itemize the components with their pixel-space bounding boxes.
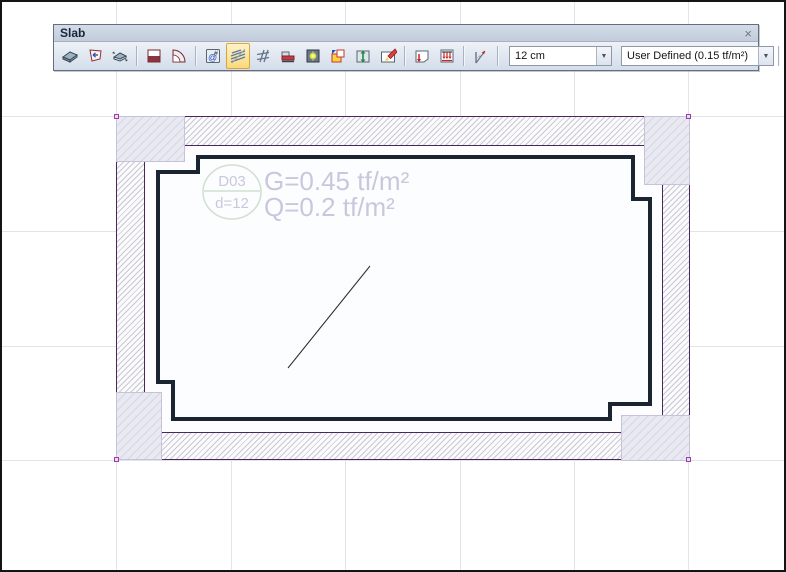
point-load-icon	[415, 50, 429, 63]
match-slab-icon	[112, 51, 128, 62]
slab-id-label: D03	[218, 173, 246, 190]
toolbar-separator	[195, 46, 197, 66]
toolbar-separator	[497, 46, 499, 66]
drop-panel-button[interactable]	[142, 43, 166, 69]
slab-numbering-icon: @ #	[206, 49, 220, 63]
mesh-display-icon	[256, 49, 270, 63]
toolbar-separator	[136, 46, 138, 66]
thickness-combobox[interactable]: 12 cm ▼	[509, 46, 612, 66]
create-slab-icon	[61, 51, 79, 63]
snap-point-top-left	[114, 114, 119, 119]
drawing-overlay	[156, 155, 652, 421]
mesh-display-button[interactable]	[251, 43, 275, 69]
correct-slab-button[interactable]	[376, 43, 400, 69]
hatch-display-button[interactable]	[226, 43, 250, 69]
create-slab-by-polygon-icon	[89, 49, 102, 62]
curved-edge-icon	[172, 49, 186, 63]
distributed-load-icon	[440, 49, 454, 63]
hatch-display-icon	[230, 48, 246, 64]
live-load-label: Q=0.2 tf/m²	[264, 192, 395, 222]
column-head-button[interactable]	[301, 43, 325, 69]
window-title: Slab	[60, 26, 86, 40]
span-direction-button[interactable]	[469, 43, 493, 69]
span-direction-icon	[475, 50, 486, 64]
curved-edge-button[interactable]	[167, 43, 191, 69]
dead-load-label: G=0.45 tf/m²	[264, 166, 410, 196]
stretch-slab-button[interactable]	[351, 43, 375, 69]
toolbar-row: @ # 12 cm ▼ User Defined (0.15 tf/m²) ▼	[54, 42, 780, 70]
snap-point-bottom-right	[686, 457, 691, 462]
snap-point-top-right	[686, 114, 691, 119]
correct-slab-icon	[381, 48, 397, 63]
slab-numbering-button[interactable]: @ #	[201, 43, 225, 69]
column-head-icon	[306, 49, 320, 63]
slab-toolbar-window: Slab × @ # 12 cm ▼ User Defined (0.15 tf…	[53, 24, 780, 71]
copy-slab-properties-button[interactable]	[326, 43, 350, 69]
slab-thickness-label: d=12	[215, 195, 249, 212]
toolbar-titlebar[interactable]: Slab ×	[54, 25, 758, 42]
load-combobox[interactable]: User Defined (0.15 tf/m²) ▼	[621, 46, 774, 66]
drop-panel-icon	[147, 49, 161, 63]
chevron-down-icon[interactable]: ▼	[758, 47, 773, 65]
svg-text:#: #	[214, 51, 218, 58]
load-value: User Defined (0.15 tf/m²)	[627, 50, 749, 62]
cad-drawing-canvas[interactable]: D03 d=12 G=0.45 tf/m² Q=0.2 tf/m² Slab ×	[0, 0, 786, 572]
stretch-slab-icon	[356, 50, 370, 63]
snap-point-bottom-left	[114, 457, 119, 462]
slab-section-icon	[281, 51, 295, 63]
create-slab-button[interactable]	[58, 43, 82, 69]
chevron-down-icon[interactable]: ▼	[596, 47, 611, 65]
create-slab-by-polygon-button[interactable]	[83, 43, 107, 69]
slab-section-button[interactable]	[276, 43, 300, 69]
copy-slab-properties-icon	[331, 49, 345, 63]
toolbar-separator	[778, 46, 780, 66]
distributed-load-button[interactable]	[435, 43, 459, 69]
toolbar-separator	[404, 46, 406, 66]
toolbar-separator	[463, 46, 465, 66]
point-load-button[interactable]	[410, 43, 434, 69]
close-button[interactable]: ×	[744, 27, 752, 40]
match-slab-button[interactable]	[108, 43, 132, 69]
thickness-value: 12 cm	[515, 50, 545, 62]
